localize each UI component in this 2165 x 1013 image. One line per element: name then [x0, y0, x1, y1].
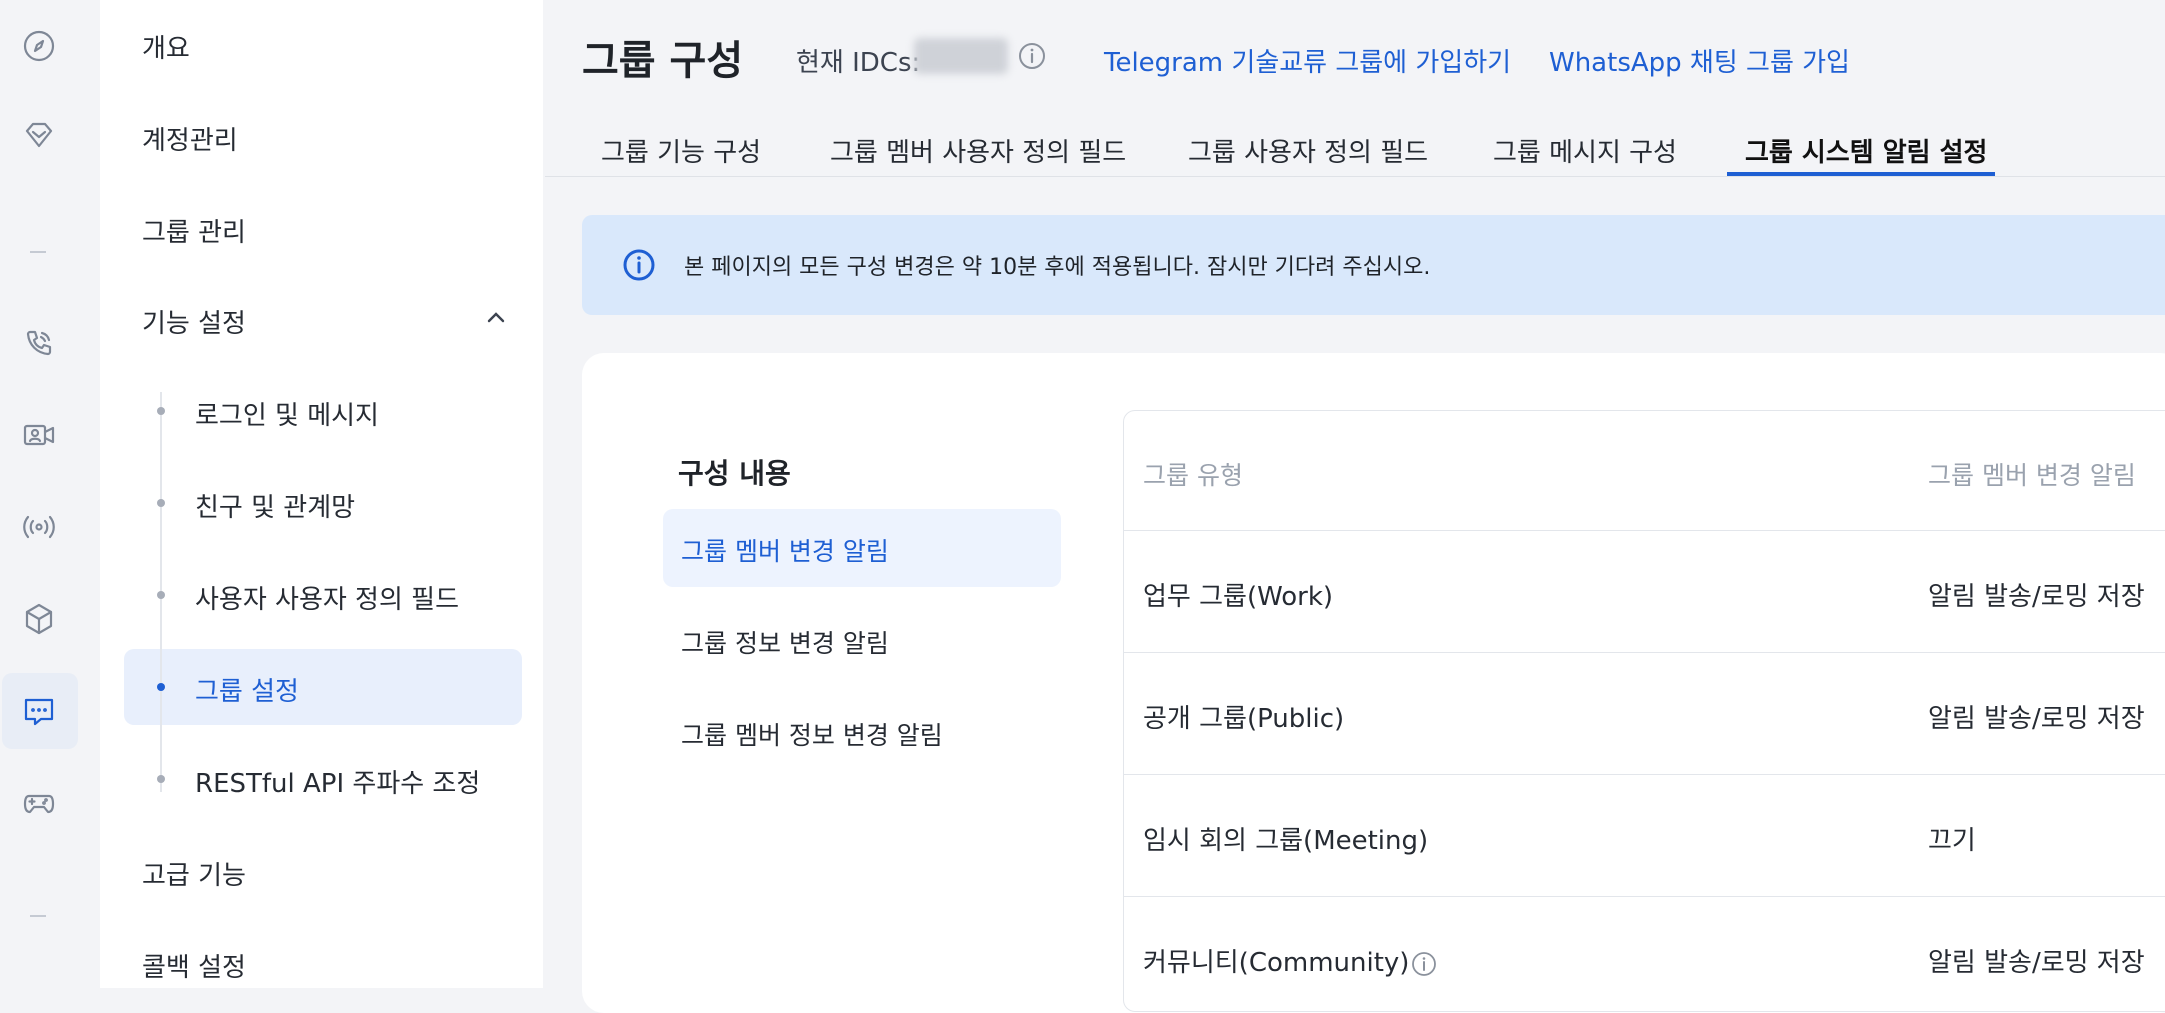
- tree-dot: [157, 407, 165, 415]
- table-header-member-change: 그룹 멤버 변경 알림: [1928, 461, 2136, 490]
- side-menu: 개요 계정관리 그룹 관리 기능 설정 로그인 및 메시지 친구 및 관계망 사…: [100, 0, 543, 988]
- cube-icon[interactable]: [20, 600, 58, 638]
- notice-text: 본 페이지의 모든 구성 변경은 약 10분 후에 적용됩니다. 잠시만 기다려…: [684, 255, 1431, 280]
- notice-banner: 본 페이지의 모든 구성 변경은 약 10분 후에 적용됩니다. 잠시만 기다려…: [582, 215, 2165, 315]
- diamond-icon[interactable]: [20, 116, 58, 154]
- icon-rail: [0, 0, 101, 988]
- menu-item-callback[interactable]: 콜백 설정: [142, 947, 246, 984]
- menu-item-friends[interactable]: 친구 및 관계망: [195, 487, 355, 524]
- chevron-up-icon[interactable]: [485, 306, 507, 328]
- whatsapp-link[interactable]: WhatsApp 채팅 그룹 가입: [1549, 42, 1850, 79]
- menu-item-feature-settings[interactable]: 기능 설정: [142, 303, 246, 340]
- tab-group-member-custom-fields[interactable]: 그룹 멤버 사용자 정의 필드: [830, 132, 1126, 169]
- menu-item-login-messages[interactable]: 로그인 및 메시지: [195, 395, 379, 432]
- info-icon[interactable]: [1411, 951, 1437, 977]
- phone-icon[interactable]: [20, 324, 58, 362]
- rail-divider: [30, 915, 46, 917]
- table-cell-value: 알림 발송/로밍 저장: [1928, 948, 2145, 978]
- config-item-member-info-change[interactable]: 그룹 멤버 정보 변경 알림: [681, 716, 943, 752]
- table-cell-value: 끄기: [1928, 826, 1976, 856]
- video-icon[interactable]: [20, 416, 58, 454]
- menu-active-highlight: [124, 649, 522, 725]
- table-cell-type: 업무 그룹(Work): [1143, 582, 1334, 612]
- idc-label: 현재 IDCs:: [796, 48, 921, 78]
- tree-dot-active: [157, 683, 165, 691]
- tab-bar: 그룹 기능 구성 그룹 멤버 사용자 정의 필드 그룹 사용자 정의 필드 그룹…: [545, 108, 2165, 177]
- config-item-info-change[interactable]: 그룹 정보 변경 알림: [681, 624, 889, 660]
- chat-icon[interactable]: [20, 692, 58, 730]
- table-divider: [1124, 530, 2165, 531]
- broadcast-icon[interactable]: [20, 508, 58, 546]
- table-divider: [1124, 774, 2165, 775]
- tab-group-message-config[interactable]: 그룹 메시지 구성: [1493, 132, 1677, 169]
- info-icon[interactable]: [1018, 42, 1046, 70]
- tab-group-feature-config[interactable]: 그룹 기능 구성: [601, 132, 761, 169]
- table-divider: [1124, 896, 2165, 897]
- gamepad-icon[interactable]: [20, 783, 58, 821]
- tab-group-system-notification[interactable]: 그룹 시스템 알림 설정: [1745, 132, 1987, 169]
- menu-item-user-custom-fields[interactable]: 사용자 사용자 정의 필드: [195, 579, 459, 616]
- table-cell-value: 알림 발송/로밍 저장: [1928, 704, 2145, 734]
- info-icon: [623, 249, 655, 281]
- menu-item-advanced[interactable]: 고급 기능: [142, 855, 246, 892]
- telegram-link[interactable]: Telegram 기술교류 그룹에 가입하기: [1104, 42, 1511, 79]
- rail-divider: [30, 251, 46, 253]
- idc-value-redacted: [914, 38, 1008, 74]
- config-item-member-change[interactable]: 그룹 멤버 변경 알림: [681, 532, 889, 568]
- config-section-title: 구성 내용: [678, 457, 791, 490]
- table-header-group-type: 그룹 유형: [1143, 461, 1243, 490]
- menu-item-restful-api[interactable]: RESTful API 주파수 조정: [195, 763, 480, 800]
- compass-icon[interactable]: [20, 27, 58, 65]
- table-cell-type: 공개 그룹(Public): [1143, 704, 1345, 734]
- active-tab-indicator: [1727, 172, 1995, 176]
- tab-group-custom-fields[interactable]: 그룹 사용자 정의 필드: [1188, 132, 1428, 169]
- table-cell-type: 임시 회의 그룹(Meeting): [1143, 826, 1429, 856]
- table-cell-type: 커뮤니티(Community): [1143, 948, 1410, 978]
- tree-dot: [157, 499, 165, 507]
- table-divider: [1124, 652, 2165, 653]
- menu-item-group-settings[interactable]: 그룹 설정: [195, 671, 299, 708]
- menu-item-account[interactable]: 계정관리: [142, 120, 238, 157]
- tree-dot: [157, 591, 165, 599]
- tree-dot: [157, 775, 165, 783]
- table-cell-value: 알림 발송/로밍 저장: [1928, 582, 2145, 612]
- menu-item-overview[interactable]: 개요: [142, 28, 190, 65]
- table-cell-type-with-info: 커뮤니티(Community): [1143, 942, 1437, 979]
- menu-item-group-management[interactable]: 그룹 관리: [142, 212, 246, 249]
- page-title: 그룹 구성: [582, 38, 744, 84]
